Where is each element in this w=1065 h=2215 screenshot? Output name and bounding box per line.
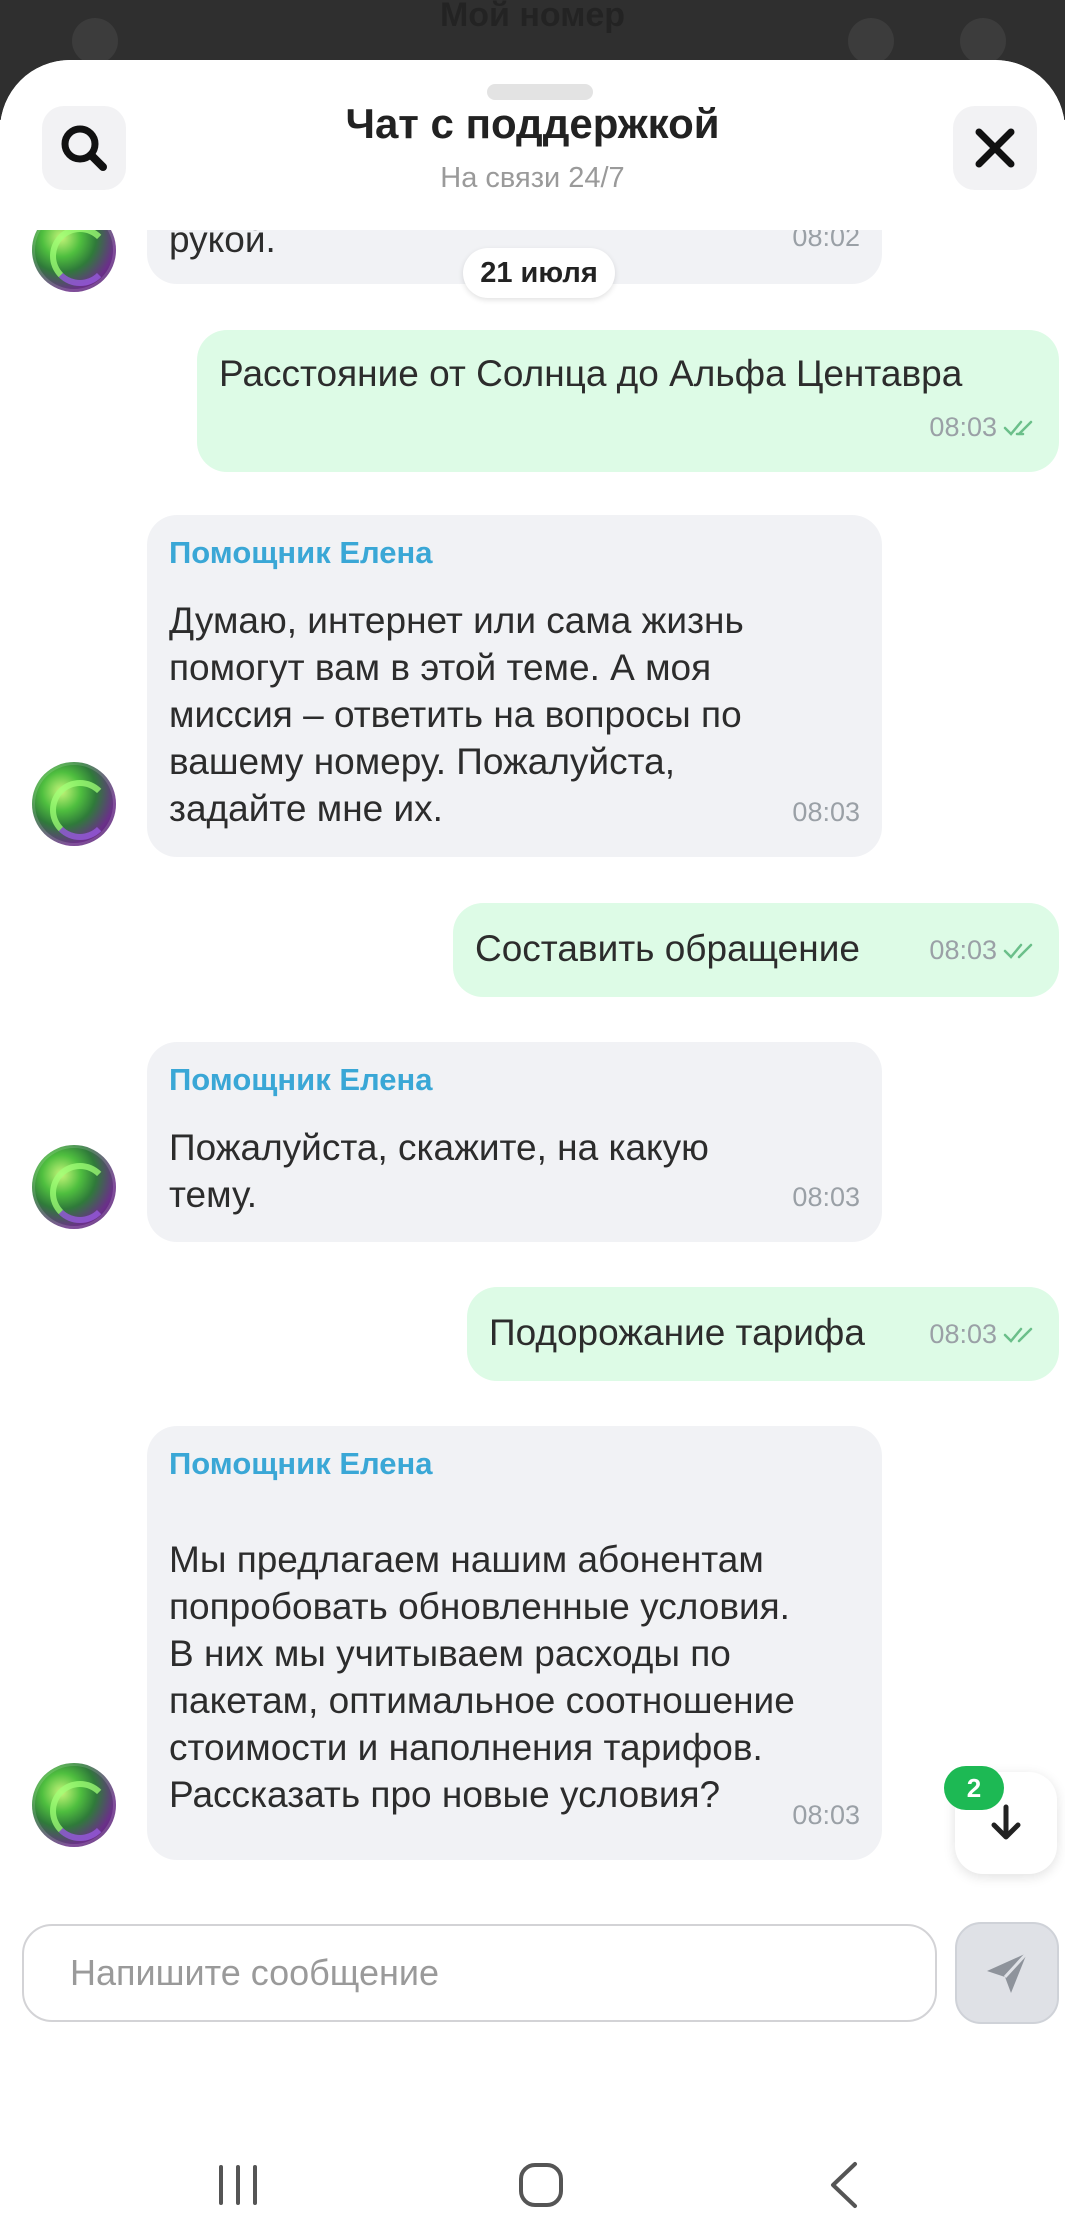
bot-message: Помощник Елена Мы предлагаем нашим абоне…	[147, 1426, 882, 1860]
send-icon	[987, 1951, 1029, 1993]
read-checkmarks-icon	[1003, 420, 1033, 436]
close-button[interactable]	[953, 106, 1037, 190]
chat-title: Чат с поддержкой	[345, 100, 720, 147]
back-button[interactable]	[800, 2150, 890, 2215]
message-list[interactable]: рукой. 08:02 Расстояние от Солнца до Аль…	[0, 60, 1065, 1920]
date-separator: 21 июля	[463, 248, 615, 298]
back-icon	[831, 2162, 857, 2208]
read-checkmarks-icon	[1003, 1327, 1033, 1343]
background-app-title: Мой номер	[439, 0, 626, 34]
background-chat-icon	[848, 18, 894, 64]
chat-subtitle: На связи 24/7	[440, 162, 625, 194]
message-time: 08:03	[792, 797, 860, 827]
sheet-drag-handle[interactable]	[487, 84, 593, 100]
recent-apps-button[interactable]	[193, 2150, 283, 2215]
sender-name: Помощник Елена	[169, 1446, 433, 1481]
send-button[interactable]	[955, 1922, 1059, 2024]
chat-header: Чат с поддержкой На связи 24/7	[0, 60, 1065, 230]
background-bell-icon	[960, 18, 1006, 64]
home-icon	[519, 2163, 563, 2207]
message-text: Составить обращение	[475, 928, 860, 969]
assistant-avatar	[32, 1145, 116, 1229]
message-text: Думаю, интернет или сама жизнь помогут в…	[169, 600, 744, 829]
message-time: 08:03	[792, 1182, 860, 1212]
chat-sheet: рукой. 08:02 Расстояние от Солнца до Аль…	[0, 60, 1065, 2215]
arrow-down-icon	[991, 1804, 1021, 1840]
user-message: Составить обращение 08:03	[453, 903, 1059, 997]
assistant-avatar	[32, 762, 116, 846]
assistant-avatar	[32, 1763, 116, 1847]
message-text: Подорожание тарифа	[489, 1312, 865, 1353]
message-text: Пожалуйста, скажите, на какую тему.	[169, 1127, 709, 1215]
sender-name: Помощник Елена	[169, 1062, 433, 1097]
background-profile-icon	[72, 18, 118, 64]
read-checkmarks-icon	[1003, 943, 1033, 959]
message-time: 08:03	[792, 1800, 860, 1830]
bot-message: Помощник Елена Пожалуйста, скажите, на к…	[147, 1042, 882, 1242]
sender-name: Помощник Елена	[169, 535, 433, 570]
message-time: 08:03	[929, 412, 997, 442]
message-time: 08:03	[929, 1319, 997, 1349]
user-message: Расстояние от Солнца до Альфа Центавра 0…	[197, 330, 1059, 472]
message-text: Расстояние от Солнца до Альфа Центавра	[219, 353, 963, 394]
unread-count-badge: 2	[944, 1766, 1004, 1810]
message-text: Мы предлагаем нашим абонентам попробоват…	[169, 1539, 795, 1815]
close-icon	[975, 128, 1015, 168]
message-input[interactable]: Напишите сообщение	[22, 1924, 937, 2022]
bot-message: Помощник Елена Думаю, интернет или сама …	[147, 515, 882, 857]
user-message: Подорожание тарифа 08:03	[467, 1287, 1059, 1381]
recent-apps-icon	[219, 2165, 257, 2205]
message-time: 08:03	[929, 935, 997, 965]
home-button[interactable]	[496, 2150, 586, 2215]
